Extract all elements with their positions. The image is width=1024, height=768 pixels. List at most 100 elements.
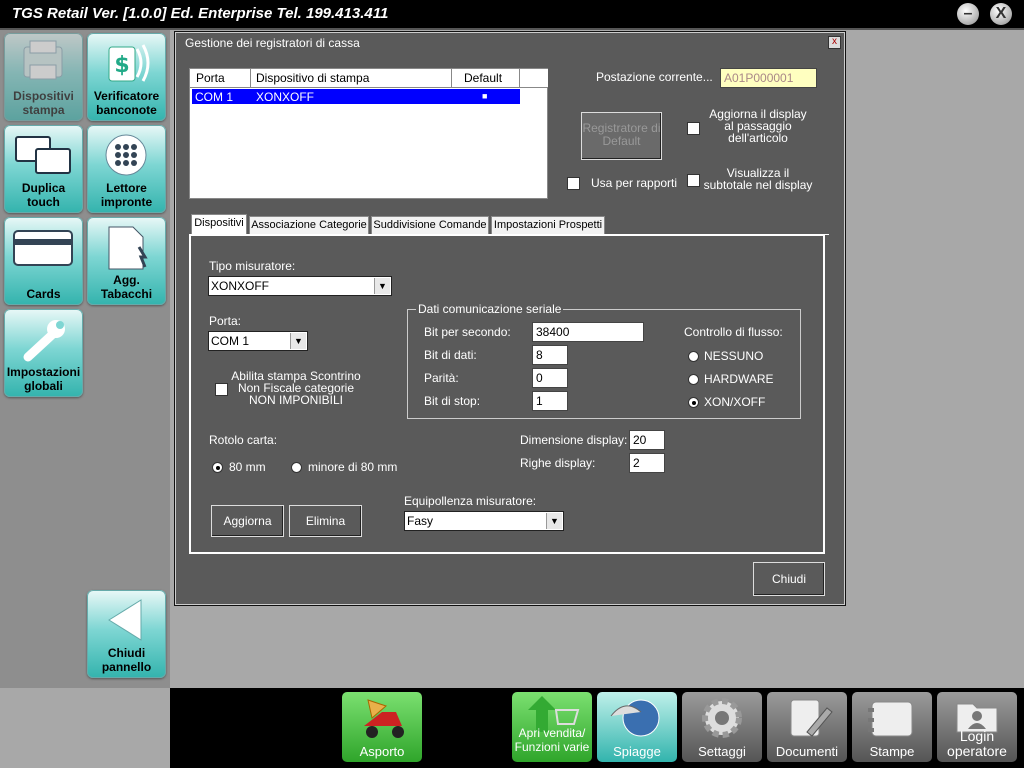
- column-header-default[interactable]: Default: [464, 71, 502, 85]
- tab-dispositivi[interactable]: Dispositivi: [191, 214, 247, 235]
- minimize-icon: –: [963, 5, 973, 22]
- porta-label: Porta:: [209, 314, 242, 328]
- equipollenza-value: Fasy: [407, 514, 434, 528]
- righe-display-field[interactable]: 2: [629, 453, 665, 473]
- svg-text:$: $: [114, 53, 129, 78]
- cell-default: ■: [482, 91, 488, 101]
- tile-label: Agg. Tabacchi: [100, 273, 153, 301]
- elimina-button[interactable]: Elimina: [289, 505, 362, 537]
- chevron-down-icon: ▼: [290, 333, 306, 349]
- cell-dispositivo: XONXOFF: [256, 90, 315, 104]
- registratore-default-button[interactable]: Registratore di Default: [581, 112, 662, 160]
- tile-cards[interactable]: Cards: [4, 217, 83, 305]
- tile-duplica-touch[interactable]: Duplica touch: [4, 125, 83, 213]
- tile-label: Duplica touch: [21, 181, 66, 209]
- tab-impostazioni-prospetti[interactable]: Impostazioni Prospetti: [491, 216, 605, 234]
- asporto-button[interactable]: Asporto: [342, 692, 422, 762]
- tile-label: Lettore impronte: [100, 181, 153, 209]
- rotolo-carta-label: Rotolo carta:: [209, 433, 278, 447]
- rotolo-minore-label: minore di 80 mm: [308, 460, 398, 474]
- registratori-grid: Porta Dispositivo di stampa Default COM …: [189, 68, 548, 199]
- tab-suddivisione-comande[interactable]: Suddivisione Comande: [371, 216, 489, 234]
- tile-agg-tabacchi[interactable]: Agg. Tabacchi: [87, 217, 166, 305]
- tobacco-update-icon: [108, 226, 148, 270]
- close-app-button[interactable]: X: [990, 3, 1012, 25]
- abilita-stampa-label: Abilita stampa Scontrino Non Fiscale cat…: [231, 369, 361, 407]
- bit-di-stop-label: Bit di stop:: [424, 394, 481, 408]
- tile-lettore-impronte[interactable]: Lettore impronte: [87, 125, 166, 213]
- card-icon: [13, 230, 73, 266]
- tab-associazione-categorie[interactable]: Associazione Categorie: [249, 216, 369, 234]
- parita-label: Parità:: [424, 371, 459, 385]
- rotolo-80mm-radio[interactable]: [212, 462, 223, 473]
- stampe-button[interactable]: Stampe: [852, 692, 932, 762]
- tipo-misuratore-select[interactable]: XONXOFF ▼: [208, 276, 392, 296]
- postazione-label: Postazione corrente...: [596, 70, 713, 84]
- abilita-stampa-checkbox[interactable]: [215, 383, 228, 396]
- spiagge-button[interactable]: Spiagge: [597, 692, 677, 762]
- equipollenza-label: Equipollenza misuratore:: [404, 494, 537, 508]
- chiudi-button[interactable]: Chiudi: [753, 562, 825, 596]
- flusso-hardware-radio[interactable]: [688, 374, 699, 385]
- rotolo-minore-radio[interactable]: [291, 462, 302, 473]
- bit-di-stop-field[interactable]: 1: [532, 391, 568, 411]
- flusso-nessuno-label: NESSUNO: [704, 349, 764, 363]
- arrow-left-icon: [108, 599, 142, 641]
- usa-per-rapporti-label: Usa per rapporti: [591, 176, 678, 190]
- dimensione-display-label: Dimensione display:: [520, 433, 628, 447]
- porta-select[interactable]: COM 1 ▼: [208, 331, 308, 351]
- beach-umbrella-icon: [610, 699, 660, 737]
- minimize-button[interactable]: –: [957, 3, 979, 25]
- settings-tabs: Dispositivi Associazione Categorie Suddi…: [189, 214, 829, 235]
- dialog-title: Gestione dei registratori di cassa: [185, 36, 360, 50]
- tipo-misuratore-label: Tipo misuratore:: [209, 259, 296, 273]
- dimensione-display-field[interactable]: 20: [629, 430, 665, 450]
- visualizza-subtotale-checkbox[interactable]: [687, 174, 700, 187]
- settaggi-button[interactable]: Settaggi: [682, 692, 762, 762]
- button-label: Settaggi: [698, 744, 746, 759]
- cell-porta: COM 1: [195, 90, 234, 104]
- equipollenza-select[interactable]: Fasy ▼: [404, 511, 564, 531]
- dati-seriale-title: Dati comunicazione seriale: [416, 302, 564, 316]
- bit-di-dati-field[interactable]: 8: [532, 345, 568, 365]
- gestione-registratori-dialog: Gestione dei registratori di cassa x Por…: [174, 31, 846, 606]
- tile-dispositivi-stampa[interactable]: Dispositivi stampa: [4, 33, 83, 121]
- aggiorna-button[interactable]: Aggiorna: [211, 505, 284, 537]
- button-label: Documenti: [775, 744, 839, 759]
- aggiorna-display-checkbox[interactable]: [687, 122, 700, 135]
- column-header-porta[interactable]: Porta: [196, 71, 225, 85]
- button-label: Asporto: [359, 744, 405, 759]
- button-label: Apri vendita/ Funzioni varie: [514, 726, 590, 754]
- login-operatore-button[interactable]: Login operatore: [937, 692, 1017, 762]
- documenti-button[interactable]: Documenti: [767, 692, 847, 762]
- tile-verificatore-banconote[interactable]: $ Verificatore banconote: [87, 33, 166, 121]
- parita-field[interactable]: 0: [532, 368, 568, 388]
- postazione-field[interactable]: A01P000001: [720, 68, 817, 88]
- righe-display-label: Righe display:: [520, 456, 596, 470]
- rotolo-80mm-label: 80 mm: [229, 460, 266, 474]
- chevron-down-icon: ▼: [546, 513, 562, 529]
- dati-seriale-group: Dati comunicazione seriale Bit per secon…: [407, 302, 801, 419]
- tile-label: Cards: [26, 287, 61, 301]
- apri-vendita-button[interactable]: Apri vendita/ Funzioni varie: [512, 692, 592, 762]
- title-bar: TGS Retail Ver. [1.0.0] Ed. Enterprise T…: [0, 0, 1024, 30]
- tile-impostazioni-globali[interactable]: Impostazioni globali: [4, 309, 83, 397]
- wrench-icon: [23, 320, 65, 362]
- column-header-dispositivo[interactable]: Dispositivo di stampa: [256, 71, 369, 85]
- gear-icon: [702, 698, 742, 738]
- button-label: Spiagge: [613, 744, 661, 759]
- tile-label: Impostazioni globali: [6, 365, 81, 393]
- bit-per-secondo-label: Bit per secondo:: [424, 325, 511, 339]
- chiudi-pannello-button[interactable]: Chiudi pannello: [87, 590, 166, 678]
- bit-per-secondo-field[interactable]: 38400: [532, 322, 644, 342]
- visualizza-subtotale-label: Visualizza il subtotale nel display: [703, 166, 813, 192]
- flusso-xonxoff-radio[interactable]: [688, 397, 699, 408]
- close-icon: X: [995, 5, 1007, 22]
- flusso-nessuno-radio[interactable]: [688, 351, 699, 362]
- usa-per-rapporti-checkbox[interactable]: [567, 177, 580, 190]
- table-row[interactable]: COM 1 XONXOFF ■: [192, 89, 520, 104]
- app-title: TGS Retail Ver. [1.0.0] Ed. Enterprise T…: [12, 5, 389, 22]
- banknote-verifier-icon: $: [108, 44, 150, 82]
- dialog-close-button[interactable]: x: [828, 36, 841, 49]
- notepad-icon: [868, 701, 913, 737]
